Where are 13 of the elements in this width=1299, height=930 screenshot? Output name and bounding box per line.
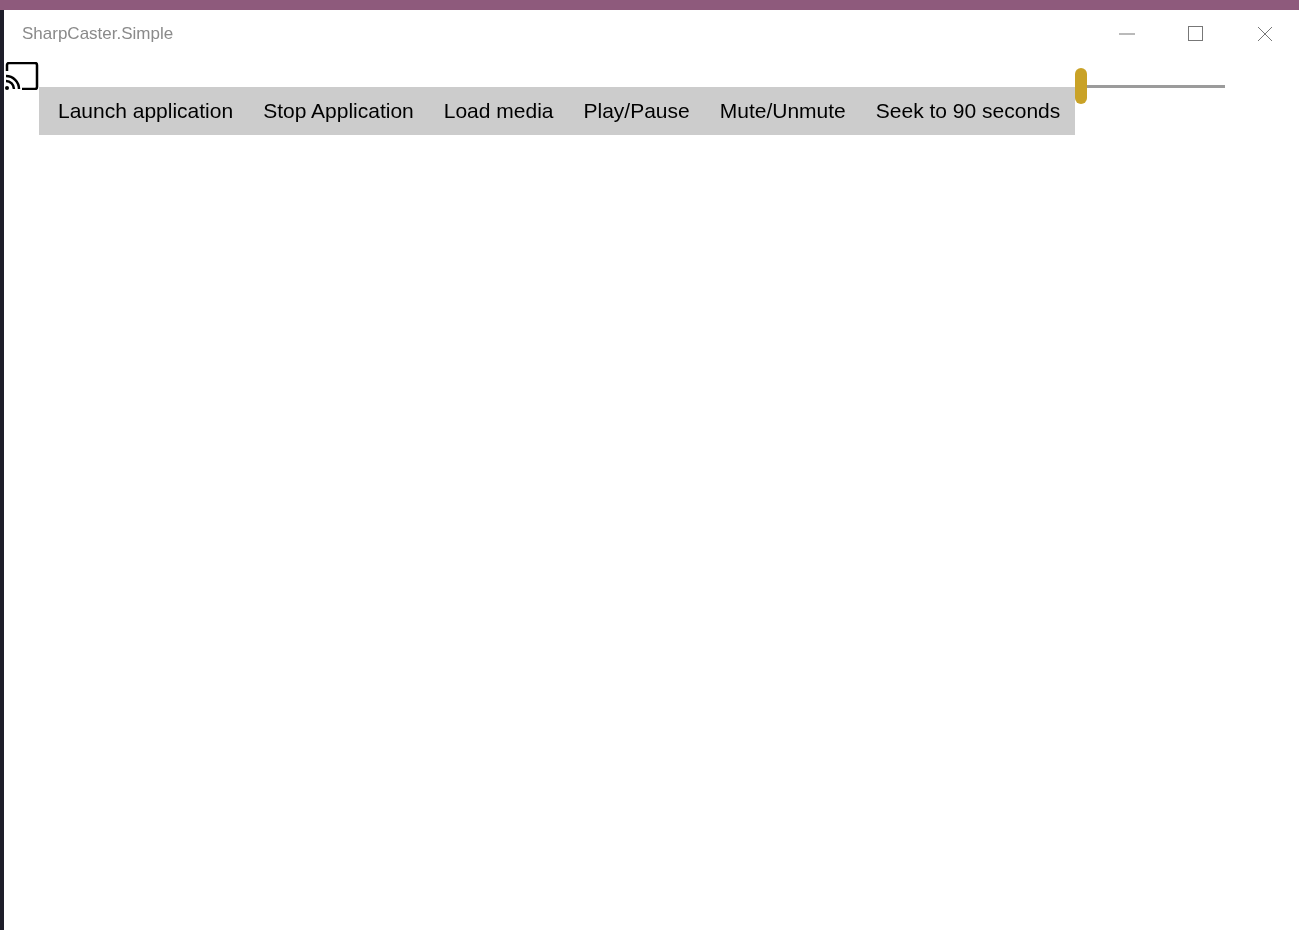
- command-button[interactable]: Launch application: [43, 87, 249, 135]
- command-button[interactable]: Seek to 90 seconds: [860, 87, 1076, 135]
- slider-thumb[interactable]: [1075, 68, 1088, 104]
- cast-icon[interactable]: [5, 62, 39, 90]
- command-button[interactable]: Load media: [428, 87, 569, 135]
- maximize-icon: [1187, 26, 1204, 42]
- window-title: SharpCaster.Simple: [22, 24, 174, 44]
- close-icon: [1256, 26, 1273, 42]
- command-button[interactable]: Play/Pause: [568, 87, 705, 135]
- command-button[interactable]: Stop Application: [248, 87, 429, 135]
- minimize-icon: [1118, 33, 1135, 35]
- command-button[interactable]: Mute/Unmute: [704, 87, 861, 135]
- volume-slider[interactable]: [1075, 68, 1226, 104]
